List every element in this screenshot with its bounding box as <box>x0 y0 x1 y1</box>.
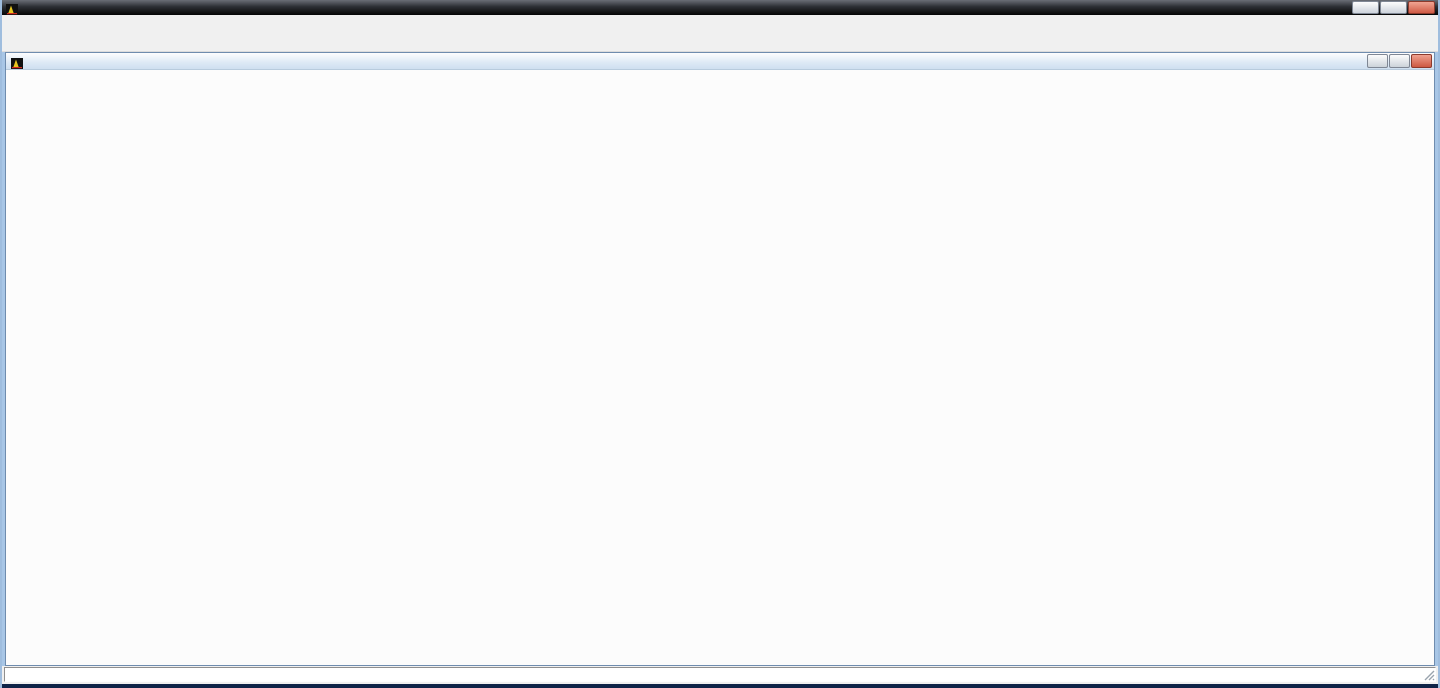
reconstruction-titlebar[interactable] <box>6 53 1434 70</box>
resize-grip[interactable] <box>1423 669 1436 682</box>
window-bottom-border <box>2 684 1438 688</box>
menubar <box>2 15 1438 29</box>
maximize-button[interactable] <box>1380 1 1407 14</box>
child-restore-button[interactable] <box>1389 54 1410 68</box>
minimize-button[interactable] <box>1352 1 1379 14</box>
chromatogram-window <box>0 0 1440 688</box>
titlebar[interactable] <box>2 0 1438 15</box>
child-close-button[interactable] <box>1411 54 1432 68</box>
statusbar <box>2 666 1438 684</box>
reconstruction-icon <box>11 56 23 67</box>
status-file-path <box>4 667 1436 682</box>
child-minimize-button[interactable] <box>1367 54 1388 68</box>
close-button[interactable] <box>1408 1 1435 14</box>
app-icon <box>6 2 18 13</box>
toolbar <box>2 29 1438 52</box>
mdi-workspace <box>2 52 1438 666</box>
reconstruction-window <box>5 52 1435 666</box>
chart-plot-area[interactable] <box>6 70 1434 665</box>
